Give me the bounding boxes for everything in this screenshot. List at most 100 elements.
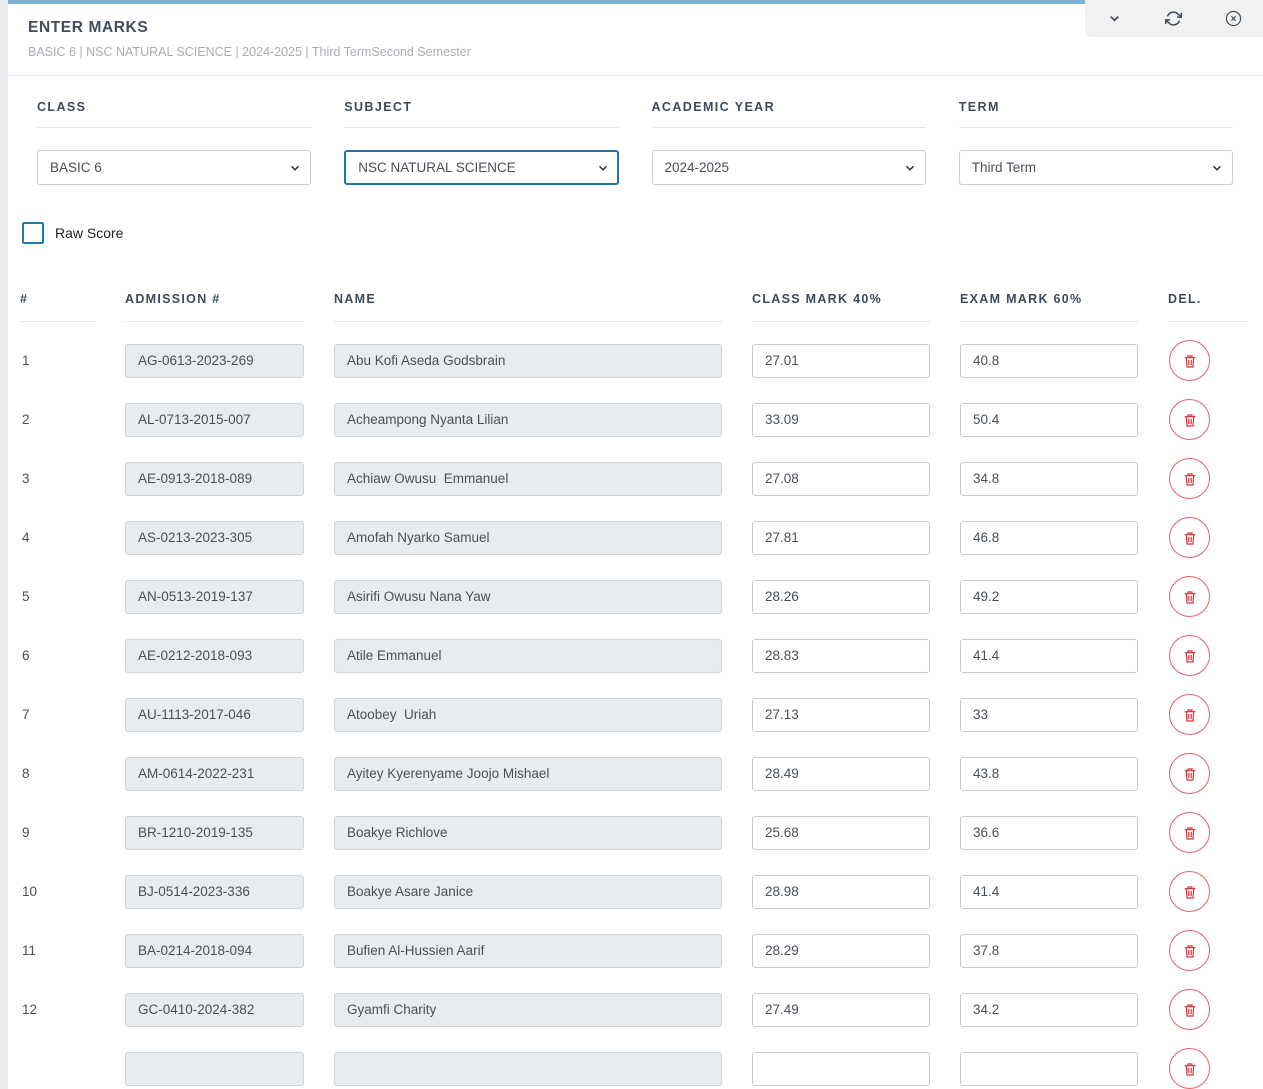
trash-icon (1182, 471, 1198, 487)
delete-row-button[interactable] (1169, 812, 1210, 853)
class-mark-input[interactable] (752, 934, 930, 968)
student-name-input (334, 816, 722, 850)
table-row: 4 (20, 517, 1263, 558)
exam-mark-input[interactable] (960, 1052, 1138, 1086)
marks-table: #ADMISSION #NAMECLASS MARK 40%EXAM MARK … (8, 292, 1263, 1089)
row-number: 2 (20, 412, 95, 427)
row-number: 1 (20, 353, 95, 368)
delete-row-button[interactable] (1169, 399, 1210, 440)
admission-input (125, 875, 304, 909)
exam-mark-input[interactable] (960, 521, 1138, 555)
class-mark-input[interactable] (752, 698, 930, 732)
delete-row-button[interactable] (1169, 753, 1210, 794)
trash-icon (1182, 589, 1198, 605)
filter-label: SUBJECT (344, 100, 618, 128)
exam-mark-input[interactable] (960, 580, 1138, 614)
raw-score-row: Raw Score (22, 222, 1263, 244)
trash-icon (1182, 707, 1198, 723)
exam-mark-input[interactable] (960, 993, 1138, 1027)
exam-mark-input[interactable] (960, 403, 1138, 437)
exam-mark-input[interactable] (960, 816, 1138, 850)
column-header: NAME (334, 292, 722, 322)
breadcrumb: BASIC 6 | NSC NATURAL SCIENCE | 2024-202… (28, 45, 1243, 59)
class-mark-input[interactable] (752, 462, 930, 496)
table-row: 2 (20, 399, 1263, 440)
page-title: ENTER MARKS (28, 19, 1243, 37)
exam-mark-input[interactable] (960, 757, 1138, 791)
admission-input (125, 403, 304, 437)
exam-mark-input[interactable] (960, 698, 1138, 732)
student-name-input (334, 344, 722, 378)
row-number: 9 (20, 825, 95, 840)
delete-row-button[interactable] (1169, 1048, 1210, 1089)
delete-row-button[interactable] (1169, 576, 1210, 617)
delete-row-button[interactable] (1169, 340, 1210, 381)
class-mark-input[interactable] (752, 1052, 930, 1086)
refresh-button[interactable] (1157, 4, 1191, 34)
raw-score-checkbox[interactable] (22, 222, 44, 244)
student-name-input (334, 993, 722, 1027)
admission-input (125, 698, 304, 732)
collapse-button[interactable] (1098, 4, 1132, 34)
table-row: 11 (20, 930, 1263, 971)
exam-mark-input[interactable] (960, 344, 1138, 378)
close-button[interactable] (1216, 4, 1250, 34)
table-row: 1 (20, 340, 1263, 381)
delete-row-button[interactable] (1169, 930, 1210, 971)
class-mark-input[interactable] (752, 403, 930, 437)
class-mark-input[interactable] (752, 757, 930, 791)
class-mark-input[interactable] (752, 816, 930, 850)
filter-group: CLASS BASIC 6 (37, 100, 311, 185)
class-mark-input[interactable] (752, 639, 930, 673)
trash-icon (1182, 1002, 1198, 1018)
student-name-input (334, 462, 722, 496)
student-name-input (334, 521, 722, 555)
admission-input (125, 521, 304, 555)
column-header: DEL. (1168, 292, 1248, 322)
class-mark-input[interactable] (752, 521, 930, 555)
delete-row-button[interactable] (1169, 517, 1210, 558)
filter-group: ACADEMIC YEAR 2024-2025 (652, 100, 926, 185)
filter-label: TERM (959, 100, 1233, 128)
term-select[interactable]: Third Term (959, 150, 1233, 185)
row-number: 3 (20, 471, 95, 486)
class-select[interactable]: BASIC 6 (37, 150, 311, 185)
column-header: # (20, 292, 95, 322)
window-controls (1085, 0, 1263, 37)
admission-input (125, 757, 304, 791)
class-mark-input[interactable] (752, 344, 930, 378)
chevron-down-icon (1107, 11, 1122, 26)
class-mark-input[interactable] (752, 580, 930, 614)
exam-mark-input[interactable] (960, 462, 1138, 496)
delete-row-button[interactable] (1169, 989, 1210, 1030)
filters-bar: CLASS BASIC 6 SUBJECT NSC NATURAL SCIENC… (8, 76, 1263, 185)
delete-row-button[interactable] (1169, 871, 1210, 912)
student-name-input (334, 934, 722, 968)
subject-select[interactable]: NSC NATURAL SCIENCE (344, 150, 618, 185)
refresh-icon (1165, 10, 1182, 27)
delete-row-button[interactable] (1169, 694, 1210, 735)
admission-input (125, 934, 304, 968)
class-mark-input[interactable] (752, 993, 930, 1027)
student-name-input (334, 403, 722, 437)
admission-input (125, 344, 304, 378)
row-number: 8 (20, 766, 95, 781)
exam-mark-input[interactable] (960, 639, 1138, 673)
raw-score-label: Raw Score (55, 225, 123, 241)
class-mark-input[interactable] (752, 875, 930, 909)
row-number: 10 (20, 884, 95, 899)
academic-year-select[interactable]: 2024-2025 (652, 150, 926, 185)
row-number: 7 (20, 707, 95, 722)
trash-icon (1182, 825, 1198, 841)
delete-row-button[interactable] (1169, 458, 1210, 499)
admission-input (125, 639, 304, 673)
trash-icon (1182, 943, 1198, 959)
column-header: EXAM MARK 60% (960, 292, 1138, 322)
table-row: 8 (20, 753, 1263, 794)
exam-mark-input[interactable] (960, 934, 1138, 968)
delete-row-button[interactable] (1169, 635, 1210, 676)
column-header: CLASS MARK 40% (752, 292, 930, 322)
table-row: 6 (20, 635, 1263, 676)
exam-mark-input[interactable] (960, 875, 1138, 909)
panel-header: ENTER MARKS BASIC 6 | NSC NATURAL SCIENC… (8, 4, 1263, 76)
